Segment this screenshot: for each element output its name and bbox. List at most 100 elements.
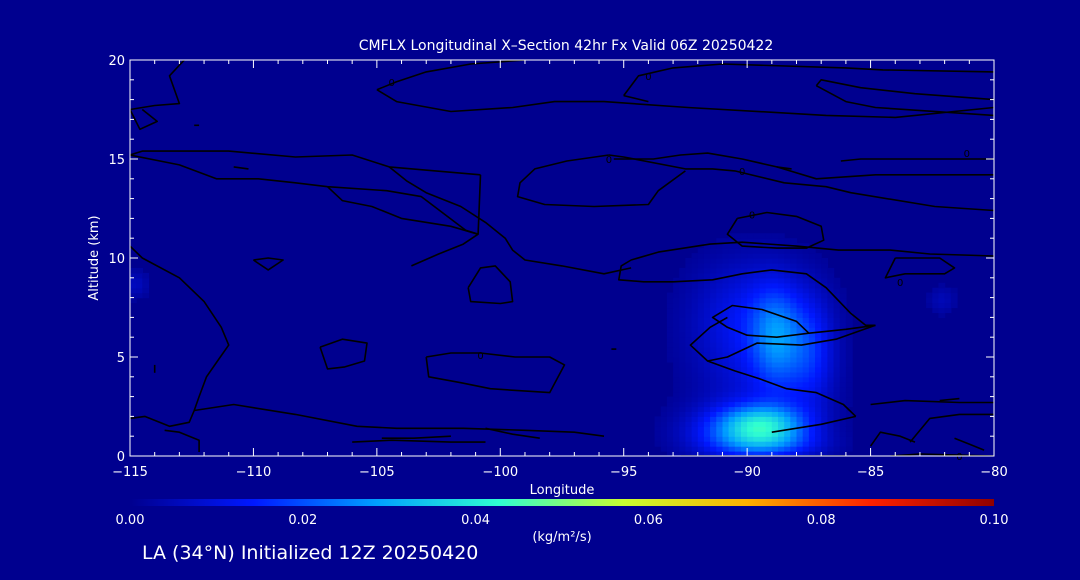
field-cell <box>722 263 730 269</box>
field-cell <box>845 352 853 358</box>
field-cell <box>815 297 822 304</box>
field-cell <box>679 401 687 408</box>
field-cell <box>747 287 754 294</box>
field-cell <box>703 267 711 274</box>
field-cell <box>728 307 736 314</box>
field-cell <box>753 258 761 264</box>
field-cell <box>765 297 773 304</box>
field-cell <box>666 396 674 403</box>
field-cell <box>710 248 717 254</box>
field-cell <box>845 446 853 452</box>
field-cell <box>815 386 822 393</box>
field-cell <box>808 436 816 442</box>
field-cell <box>679 332 687 338</box>
field-cell <box>784 297 791 304</box>
field-cell <box>697 426 705 432</box>
field-cell <box>685 287 693 294</box>
field-cell <box>778 401 785 408</box>
field-cell <box>821 322 828 328</box>
field-cell <box>833 361 841 368</box>
field-cell <box>815 401 822 408</box>
field-cell <box>697 371 705 378</box>
field-cell <box>796 357 804 363</box>
field-cell <box>821 406 828 412</box>
field-cell <box>778 248 785 254</box>
field-cell <box>747 322 754 328</box>
field-cell <box>703 307 711 314</box>
field-cell <box>728 282 736 289</box>
field-cell <box>747 282 754 289</box>
field-cell <box>741 322 748 328</box>
field-cell <box>716 352 724 358</box>
field-cell <box>660 406 668 412</box>
field-cell <box>136 277 143 284</box>
field-cell <box>950 297 958 304</box>
field-cell <box>815 426 822 432</box>
field-cell <box>790 287 798 294</box>
field-cell <box>790 441 798 447</box>
field-cell <box>710 386 717 393</box>
field-cell <box>759 312 767 318</box>
field-cell <box>660 426 668 432</box>
field-cell <box>765 431 773 437</box>
field-cell <box>765 282 773 289</box>
field-cell <box>747 312 754 318</box>
field-cell <box>679 352 687 358</box>
field-cell <box>685 302 693 309</box>
field-cell <box>808 352 816 358</box>
field-cell <box>771 307 779 314</box>
field-cell <box>734 297 742 304</box>
field-cell <box>839 361 847 368</box>
field-cell <box>808 322 816 328</box>
colorbar-tick-label: 0.02 <box>288 513 317 528</box>
field-cell <box>771 361 779 368</box>
field-cell <box>710 396 717 403</box>
field-cell <box>679 312 687 318</box>
field-cell <box>741 401 748 408</box>
field-cell <box>808 446 816 452</box>
field-cell <box>753 426 761 432</box>
field-cell <box>728 263 736 269</box>
field-cell <box>802 416 810 422</box>
field-cell <box>796 292 804 299</box>
field-cell <box>765 361 773 368</box>
field-cell <box>839 352 847 358</box>
field-cell <box>938 312 946 318</box>
field-cell <box>802 406 810 412</box>
field-cell <box>802 381 810 388</box>
field-cell <box>833 406 841 412</box>
field-cell <box>802 446 810 452</box>
field-cell <box>771 446 779 452</box>
field-cell <box>778 258 785 264</box>
field-cell <box>753 337 761 343</box>
field-cell <box>734 322 742 328</box>
field-cell <box>747 401 754 408</box>
field-cell <box>697 441 705 447</box>
field-cell <box>790 307 798 314</box>
field-cell <box>796 347 804 353</box>
field-cell <box>673 322 680 328</box>
field-cell <box>765 446 773 452</box>
field-cell <box>703 446 711 452</box>
field-cell <box>833 371 841 378</box>
field-cell <box>130 287 137 294</box>
field-cell <box>796 366 804 373</box>
field-cell <box>673 426 680 432</box>
field-cell <box>765 238 773 244</box>
field-cell <box>839 386 847 393</box>
field-cell <box>691 416 699 422</box>
field-cell <box>660 431 668 437</box>
chart-svg: CMFLX Longitudinal X–Section 42hr Fx Val… <box>87 38 1008 545</box>
contour-label: 0 <box>739 167 745 178</box>
field-cell <box>716 376 724 383</box>
field-cell <box>691 287 699 294</box>
field-cell <box>697 401 705 408</box>
field-cell <box>765 258 773 264</box>
field-cell <box>784 352 791 358</box>
field-cell <box>827 411 835 417</box>
field-cell <box>673 421 680 427</box>
field-cell <box>808 426 816 432</box>
field-cell <box>734 337 742 343</box>
field-cell <box>716 297 724 304</box>
field-cell <box>784 376 791 383</box>
